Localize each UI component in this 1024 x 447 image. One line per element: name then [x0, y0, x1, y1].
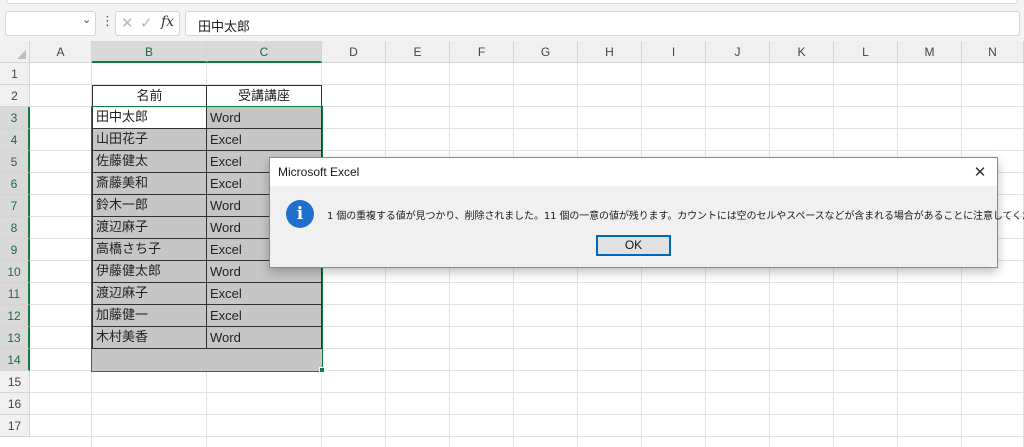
enter-icon[interactable]: ✓ [140, 14, 153, 32]
table-header-course[interactable]: 受講講座 [207, 85, 322, 107]
column-header-b[interactable]: B [92, 41, 207, 63]
table-header-name[interactable]: 名前 [92, 85, 207, 107]
dialog-message: 1 個の重複する値が見つかり、削除されました。11 個の一意の値が残ります。カウ… [327, 211, 1024, 222]
row-header-7[interactable]: 7 [0, 195, 30, 217]
dialog-title: Microsoft Excel [278, 165, 360, 179]
row-header-9[interactable]: 9 [0, 239, 30, 261]
formula-bar: ⋮ ✕ ✓ fx 田中太郎 [0, 8, 1024, 40]
row-header-16[interactable]: 16 [0, 393, 30, 415]
message-dialog: Microsoft Excel ✕ i 1 個の重複する値が見つかり、削除されま… [269, 157, 1024, 268]
column-header-k[interactable]: K [770, 41, 834, 63]
ribbon-edge [6, 0, 1018, 4]
column-header-a[interactable]: A [30, 41, 92, 63]
formula-buttons: ✕ ✓ fx [115, 11, 180, 36]
row-header-12[interactable]: 12 [0, 305, 30, 327]
column-header-c[interactable]: C [207, 41, 322, 63]
column-header-m[interactable]: M [898, 41, 962, 63]
column-header-j[interactable]: J [706, 41, 770, 63]
table-cell-name[interactable]: 高橋さち子 [92, 239, 207, 261]
active-cell[interactable]: 田中太郎 [92, 107, 207, 129]
column-header-l[interactable]: L [834, 41, 898, 63]
table-cell-name[interactable]: 鈴木一郎 [92, 195, 207, 217]
table-cell-name[interactable]: 伊藤健太郎 [92, 261, 207, 283]
row-header-2[interactable]: 2 [0, 85, 30, 107]
column-header-e[interactable]: E [386, 41, 450, 63]
row-header-3[interactable]: 3 [0, 107, 30, 129]
top-strip [0, 0, 1024, 8]
info-icon: i [286, 200, 314, 228]
table-cell-name[interactable]: 渡辺麻子 [92, 217, 207, 239]
gridline-horizontal [30, 414, 1024, 415]
table-cell-course[interactable]: Word [207, 327, 322, 349]
table-cell-empty[interactable] [207, 349, 322, 371]
chevron-down-icon[interactable]: ⌄ [82, 13, 91, 26]
cancel-icon[interactable]: ✕ [121, 14, 134, 32]
row-header-8[interactable]: 8 [0, 217, 30, 239]
ok-button[interactable]: OK [596, 235, 671, 256]
table-cell-name[interactable]: 山田花子 [92, 129, 207, 151]
row-header-10[interactable]: 10 [0, 261, 30, 283]
close-icon[interactable]: ✕ [963, 158, 997, 186]
column-header-i[interactable]: I [642, 41, 706, 63]
table-cell-course[interactable]: Excel [207, 283, 322, 305]
table-cell-name[interactable]: 渡辺麻子 [92, 283, 207, 305]
table-cell-name[interactable]: 佐藤健太 [92, 151, 207, 173]
formula-input[interactable]: 田中太郎 [185, 11, 1020, 36]
row-header-14[interactable]: 14 [0, 349, 30, 371]
table-cell-name[interactable]: 加藤健一 [92, 305, 207, 327]
row-header-4[interactable]: 4 [0, 129, 30, 151]
row-header-1[interactable]: 1 [0, 63, 30, 85]
column-header-d[interactable]: D [322, 41, 386, 63]
table-cell-course[interactable]: Excel [207, 129, 322, 151]
table-cell-course[interactable]: Word [207, 107, 322, 129]
gridline-horizontal [30, 436, 1024, 437]
select-all-corner[interactable] [0, 41, 30, 63]
column-header-h[interactable]: H [578, 41, 642, 63]
table-cell-empty[interactable] [92, 349, 207, 371]
column-header-f[interactable]: F [450, 41, 514, 63]
gridline-horizontal [30, 392, 1024, 393]
dialog-titlebar: Microsoft Excel ✕ [270, 158, 997, 186]
column-header-g[interactable]: G [514, 41, 578, 63]
fill-handle[interactable] [319, 367, 325, 373]
row-header-17[interactable]: 17 [0, 415, 30, 437]
column-header-n[interactable]: N [962, 41, 1024, 63]
more-options-icon[interactable]: ⋮ [101, 15, 114, 29]
table-cell-name[interactable]: 斎藤美和 [92, 173, 207, 195]
row-header-11[interactable]: 11 [0, 283, 30, 305]
table-cell-name[interactable]: 木村美香 [92, 327, 207, 349]
table-cell-course[interactable]: Excel [207, 305, 322, 327]
row-header-15[interactable]: 15 [0, 371, 30, 393]
row-header-13[interactable]: 13 [0, 327, 30, 349]
insert-function-icon[interactable]: fx [161, 14, 174, 30]
row-header-6[interactable]: 6 [0, 173, 30, 195]
row-header-5[interactable]: 5 [0, 151, 30, 173]
